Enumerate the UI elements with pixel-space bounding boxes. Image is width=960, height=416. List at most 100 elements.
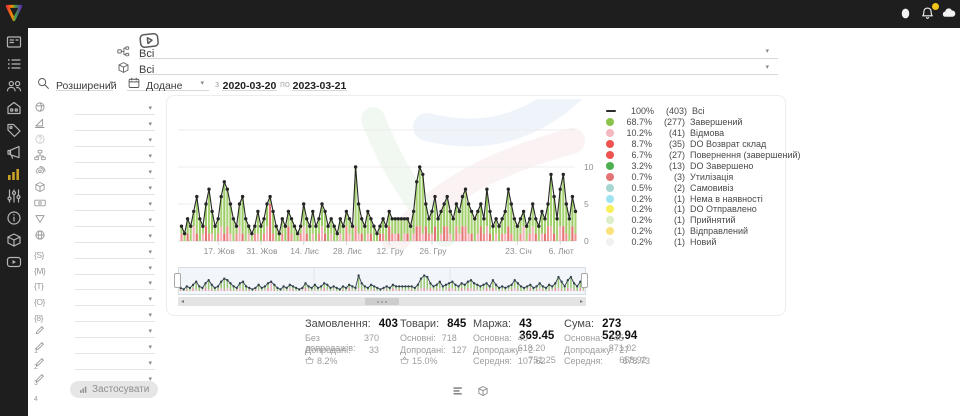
chevron-down-icon: ▾ xyxy=(148,311,152,319)
stat-sub-label: Основна: xyxy=(564,333,603,345)
search-mode-select[interactable]: Розширений ▾ xyxy=(56,76,113,91)
filter-select[interactable]: ▾ xyxy=(75,213,155,227)
avatar[interactable] xyxy=(941,6,957,22)
category-filter[interactable]: Всі ▾ xyxy=(139,44,778,59)
legend-label: Новий xyxy=(690,237,716,247)
legend-item[interactable]: 68.7%(277)Завершений xyxy=(606,117,784,128)
sidebar-item-store[interactable] xyxy=(6,100,22,116)
filter-row-ruler[interactable]: ▾ xyxy=(33,117,155,132)
scroll-left-icon[interactable]: ◂ xyxy=(178,297,187,306)
navigator-left-handle[interactable] xyxy=(174,273,181,288)
legend-item[interactable]: 0.5%(2)Самовивіз xyxy=(606,182,784,193)
helpcircle-icon xyxy=(34,133,47,146)
filter-select[interactable]: ▾ xyxy=(75,101,155,115)
legend-dot-marker xyxy=(606,140,614,148)
legend-item[interactable]: 0.2%(1)Новий xyxy=(606,237,784,248)
date-from-input[interactable]: 2020-03-20 xyxy=(222,76,277,91)
filter-row-brace-O[interactable]: {O}▾ xyxy=(33,292,155,307)
filter-row-brace-S[interactable]: {S}▾ xyxy=(33,245,155,260)
legend-item[interactable]: 0.2%(1)Прийнятий xyxy=(606,215,784,226)
sidebar-item-products[interactable] xyxy=(6,232,22,248)
filter-row-cube3d[interactable]: ▾ xyxy=(33,181,155,196)
date-field-select[interactable]: Додане ▾ xyxy=(127,76,209,91)
filter-row-globeseg[interactable]: ▾ xyxy=(33,101,155,116)
scroll-right-icon[interactable]: ▸ xyxy=(577,297,586,306)
legend-item[interactable]: 0.7%(3)Утилізація xyxy=(606,171,784,182)
filter-select[interactable]: ▾ xyxy=(75,197,155,211)
filter-row-pencil-2[interactable]: 2▾ xyxy=(33,340,155,355)
category-tree-icon xyxy=(117,45,130,58)
filter-select[interactable]: ▾ xyxy=(75,229,155,243)
stat-sub-label: Середня: xyxy=(564,356,603,368)
filter-row-brace-M[interactable]: {M}▾ xyxy=(33,261,155,276)
filter-select[interactable]: ▾ xyxy=(75,181,155,195)
sidebar-item-video[interactable] xyxy=(6,254,22,270)
legend-label: Повернення (завершений) xyxy=(690,150,801,160)
legend-dot-marker xyxy=(606,195,614,203)
filter-row-brace-T[interactable]: {T}▾ xyxy=(33,276,155,291)
sidebar-item-customers[interactable] xyxy=(6,78,22,94)
notifications-icon[interactable] xyxy=(920,6,936,22)
filter-row-sitemap[interactable]: ▾ xyxy=(33,149,155,164)
filter-select[interactable]: ▾ xyxy=(75,324,155,338)
filter-select[interactable]: ▾ xyxy=(75,356,155,370)
filter-select[interactable]: ▾ xyxy=(75,308,155,322)
profile-icon[interactable] xyxy=(898,6,914,22)
navigator-right-handle[interactable] xyxy=(581,273,588,288)
legend-item[interactable]: 10.2%(41)Відмова xyxy=(606,128,784,139)
x-axis-tick: 28. Лис xyxy=(328,246,366,256)
sidebar-item-marketing[interactable] xyxy=(6,144,22,160)
app-logo-icon[interactable] xyxy=(4,3,24,23)
y-axis-tick: 10 xyxy=(584,162,593,172)
bar-chart-icon xyxy=(79,385,88,394)
legend-item[interactable]: 8.7%(35)DO Возврат склад xyxy=(606,139,784,150)
search-icon[interactable] xyxy=(37,77,50,90)
main-chart[interactable] xyxy=(178,103,580,245)
filter-row-pencil-3[interactable]: 3▾ xyxy=(33,356,155,371)
navigator-scrollbar[interactable]: ◂ ▸ xyxy=(178,297,586,306)
filter-row-globe[interactable]: ▾ xyxy=(33,229,155,244)
product-filter[interactable]: Всі ▾ xyxy=(139,60,778,75)
chevron-down-icon: ▾ xyxy=(148,216,152,224)
sidebar-item-integrations[interactable] xyxy=(6,188,22,204)
sidebar-item-orders[interactable] xyxy=(6,56,22,72)
filter-select[interactable]: ▾ xyxy=(75,165,155,179)
filter-select[interactable]: ▾ xyxy=(75,245,155,259)
filter-row-fingerprint[interactable]: ▾ xyxy=(33,165,155,180)
apply-button[interactable]: Застосувати xyxy=(70,381,158,398)
range-navigator-selection[interactable] xyxy=(178,267,586,295)
chevron-down-icon: ▾ xyxy=(148,104,152,112)
legend-item[interactable]: 3.2%(13)DO Завершено xyxy=(606,160,784,171)
sidebar-item-info[interactable] xyxy=(6,210,22,226)
filter-select[interactable]: ▾ xyxy=(75,340,155,354)
legend-item[interactable]: 0.2%(1)Нема в наявності xyxy=(606,193,784,204)
sidebar-item-dashboard[interactable] xyxy=(6,34,22,50)
filter-select[interactable]: ▾ xyxy=(75,276,155,290)
filter-select[interactable]: ▾ xyxy=(75,149,155,163)
filter-select[interactable]: ▾ xyxy=(75,117,155,131)
scrollbar-grip[interactable] xyxy=(365,298,399,305)
filter-select[interactable]: ▾ xyxy=(75,133,155,147)
legend-item[interactable]: 0.2%(1)DO Отправлено xyxy=(606,204,784,215)
legend-line-marker xyxy=(606,110,616,112)
legend-item[interactable]: 100%(403)Всі xyxy=(606,106,784,117)
legend-item[interactable]: 0.2%(1)Відправлений xyxy=(606,226,784,237)
stat-sub-value: 678.73 xyxy=(622,356,650,368)
filter-row-brace-8[interactable]: {8}▾ xyxy=(33,308,155,323)
report-products-view-icon[interactable] xyxy=(477,385,489,397)
filter-row-helpcircle[interactable]: ▾ xyxy=(33,133,155,148)
report-list-view-icon[interactable] xyxy=(452,385,464,397)
chevron-down-icon: ▾ xyxy=(200,79,204,87)
notification-badge xyxy=(932,3,939,10)
sidebar-item-price-tag[interactable] xyxy=(6,122,22,138)
filter-row-funnel[interactable]: ▾ xyxy=(33,213,155,228)
filter-row-banknote[interactable]: ▾ xyxy=(33,197,155,212)
stat-subrow: Допродані:127 xyxy=(400,345,452,357)
date-to-input[interactable]: 2023-03-21 xyxy=(292,76,347,91)
filter-row-pencil-1[interactable]: 1▾ xyxy=(33,324,155,339)
legend-item[interactable]: 6.7%(27)Повернення (завершений) xyxy=(606,150,784,161)
filter-select[interactable]: ▾ xyxy=(75,292,155,306)
filter-select[interactable]: ▾ xyxy=(75,261,155,275)
legend-label: DO Возврат склад xyxy=(690,139,766,149)
sidebar-item-analytics[interactable] xyxy=(6,166,22,182)
